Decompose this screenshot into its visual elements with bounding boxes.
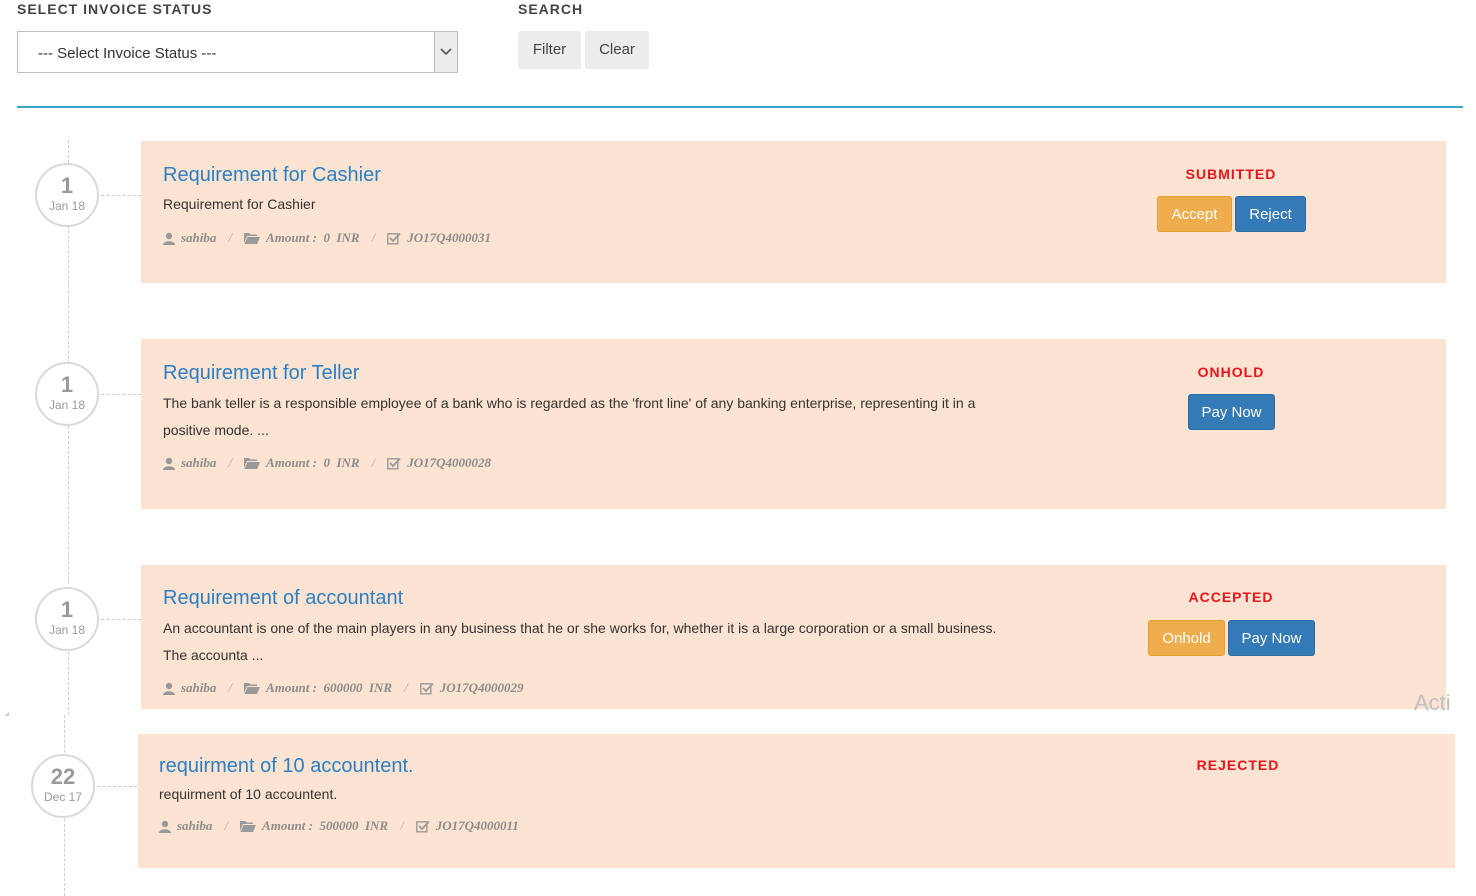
timeline-connector bbox=[101, 394, 141, 395]
check-square-icon bbox=[415, 820, 430, 832]
search-label: SEARCH bbox=[518, 1, 584, 17]
invoice-code: JO17Q4000028 bbox=[407, 455, 491, 470]
folder-open-icon bbox=[244, 233, 261, 244]
clear-button[interactable]: Clear bbox=[585, 31, 649, 69]
invoice-meta: sahiba / Amount : 0 INR / JO17Q4000028 bbox=[163, 455, 491, 471]
invoice-description: requirment of 10 accountent. bbox=[159, 786, 338, 802]
folder-open-icon bbox=[244, 458, 261, 469]
meta-separator: / bbox=[404, 680, 408, 695]
invoice-title-link[interactable]: requirment of 10 accountent. bbox=[159, 755, 414, 778]
invoice-user: sahiba bbox=[181, 455, 217, 470]
invoice-title-link[interactable]: Requirement of accountant bbox=[163, 587, 403, 610]
invoice-amount: 600000 bbox=[323, 680, 363, 695]
date-day: 1 bbox=[60, 597, 74, 622]
pay-now-button[interactable]: Pay Now bbox=[1228, 620, 1315, 656]
onhold-button[interactable]: Onhold bbox=[1148, 620, 1225, 656]
invoice-status-selected-value: --- Select Invoice Status --- bbox=[38, 45, 217, 62]
user-icon bbox=[163, 457, 175, 470]
invoice-title-link[interactable]: Requirement for Teller bbox=[163, 362, 359, 385]
pay-now-button[interactable]: Pay Now bbox=[1188, 394, 1275, 430]
invoice-status: ACCEPTED bbox=[1188, 589, 1274, 605]
check-square-icon bbox=[387, 232, 401, 244]
invoice-description: The bank teller is a responsible employe… bbox=[163, 395, 976, 438]
date-month: Jan 18 bbox=[48, 398, 86, 412]
invoice-card: Requirement for Cashier Requirement for … bbox=[141, 141, 1446, 283]
date-month: Dec 17 bbox=[43, 790, 83, 804]
meta-separator: / bbox=[228, 680, 233, 695]
meta-separator: / bbox=[228, 455, 233, 470]
date-day: 1 bbox=[60, 173, 74, 198]
invoice-user: sahiba bbox=[181, 230, 217, 245]
date-month: Jan 18 bbox=[48, 623, 86, 637]
date-day: 22 bbox=[50, 764, 76, 789]
amount-label: Amount : bbox=[266, 680, 317, 695]
date-badge: 1 Jan 18 bbox=[35, 163, 99, 227]
invoice-user: sahiba bbox=[181, 680, 217, 695]
chevron-down-icon[interactable] bbox=[434, 32, 457, 72]
invoice-currency: INR bbox=[364, 818, 389, 833]
meta-separator: / bbox=[371, 455, 376, 470]
invoice-title-link[interactable]: Requirement for Cashier bbox=[163, 164, 381, 187]
invoice-currency: INR bbox=[336, 455, 360, 470]
invoice-code: JO17Q4000011 bbox=[435, 818, 519, 833]
amount-label: Amount : bbox=[266, 230, 317, 245]
user-icon bbox=[163, 232, 175, 245]
invoice-code: JO17Q4000029 bbox=[439, 680, 524, 695]
invoice-user: sahiba bbox=[177, 818, 213, 833]
invoice-currency: INR bbox=[336, 230, 360, 245]
accept-button[interactable]: Accept bbox=[1157, 196, 1232, 232]
invoice-description: An accountant is one of the main players… bbox=[163, 620, 997, 663]
invoice-code: JO17Q4000031 bbox=[407, 230, 491, 245]
invoice-status: REJECTED bbox=[1196, 757, 1280, 773]
meta-separator: / bbox=[224, 818, 229, 833]
invoice-card: Requirement for Teller The bank teller i… bbox=[141, 339, 1446, 509]
invoice-meta: sahiba / Amount : 600000 INR / JO17Q4000… bbox=[163, 680, 524, 696]
folder-open-icon bbox=[240, 821, 257, 832]
amount-label: Amount : bbox=[266, 455, 317, 470]
timeline-connector bbox=[101, 195, 141, 196]
filter-button[interactable]: Filter bbox=[518, 31, 581, 69]
activation-watermark: Acti bbox=[1414, 690, 1451, 715]
invoice-meta: sahiba / Amount : 0 INR / JO17Q4000031 bbox=[163, 230, 491, 246]
date-day: 1 bbox=[60, 372, 74, 397]
folder-open-icon bbox=[244, 683, 261, 694]
reject-button[interactable]: Reject bbox=[1235, 196, 1306, 232]
meta-separator: / bbox=[228, 230, 233, 245]
date-month: Jan 18 bbox=[48, 199, 86, 213]
check-square-icon bbox=[419, 682, 434, 694]
invoice-amount: 500000 bbox=[319, 818, 359, 833]
date-badge: 1 Jan 18 bbox=[35, 362, 99, 426]
invoice-status: SUBMITTED bbox=[1185, 166, 1277, 182]
invoice-description: Requirement for Cashier bbox=[163, 196, 316, 212]
invoice-meta: sahiba / Amount : 500000 INR / JO17Q4000… bbox=[159, 818, 519, 834]
meta-separator: / bbox=[400, 818, 404, 833]
invoice-status-select[interactable]: --- Select Invoice Status --- bbox=[17, 31, 458, 73]
invoice-card: requirment of 10 accountent. requirment … bbox=[138, 734, 1455, 868]
section-divider bbox=[17, 106, 1463, 108]
invoice-amount: 0 bbox=[323, 230, 330, 245]
invoice-status-label: SELECT INVOICE STATUS bbox=[17, 1, 213, 17]
date-badge: 1 Jan 18 bbox=[35, 587, 99, 651]
invoice-currency: INR bbox=[368, 680, 393, 695]
user-icon bbox=[159, 820, 171, 833]
corner-mark bbox=[4, 712, 9, 716]
amount-label: Amount : bbox=[262, 818, 313, 833]
timeline-connector bbox=[101, 619, 141, 620]
meta-separator: / bbox=[371, 230, 376, 245]
invoice-status: ONHOLD bbox=[1197, 364, 1265, 380]
user-icon bbox=[163, 682, 175, 695]
check-square-icon bbox=[387, 457, 401, 469]
date-badge: 22 Dec 17 bbox=[31, 754, 95, 818]
invoice-amount: 0 bbox=[323, 455, 330, 470]
timeline-connector bbox=[97, 786, 137, 787]
invoice-card: Requirement of accountant An accountant … bbox=[141, 565, 1446, 709]
